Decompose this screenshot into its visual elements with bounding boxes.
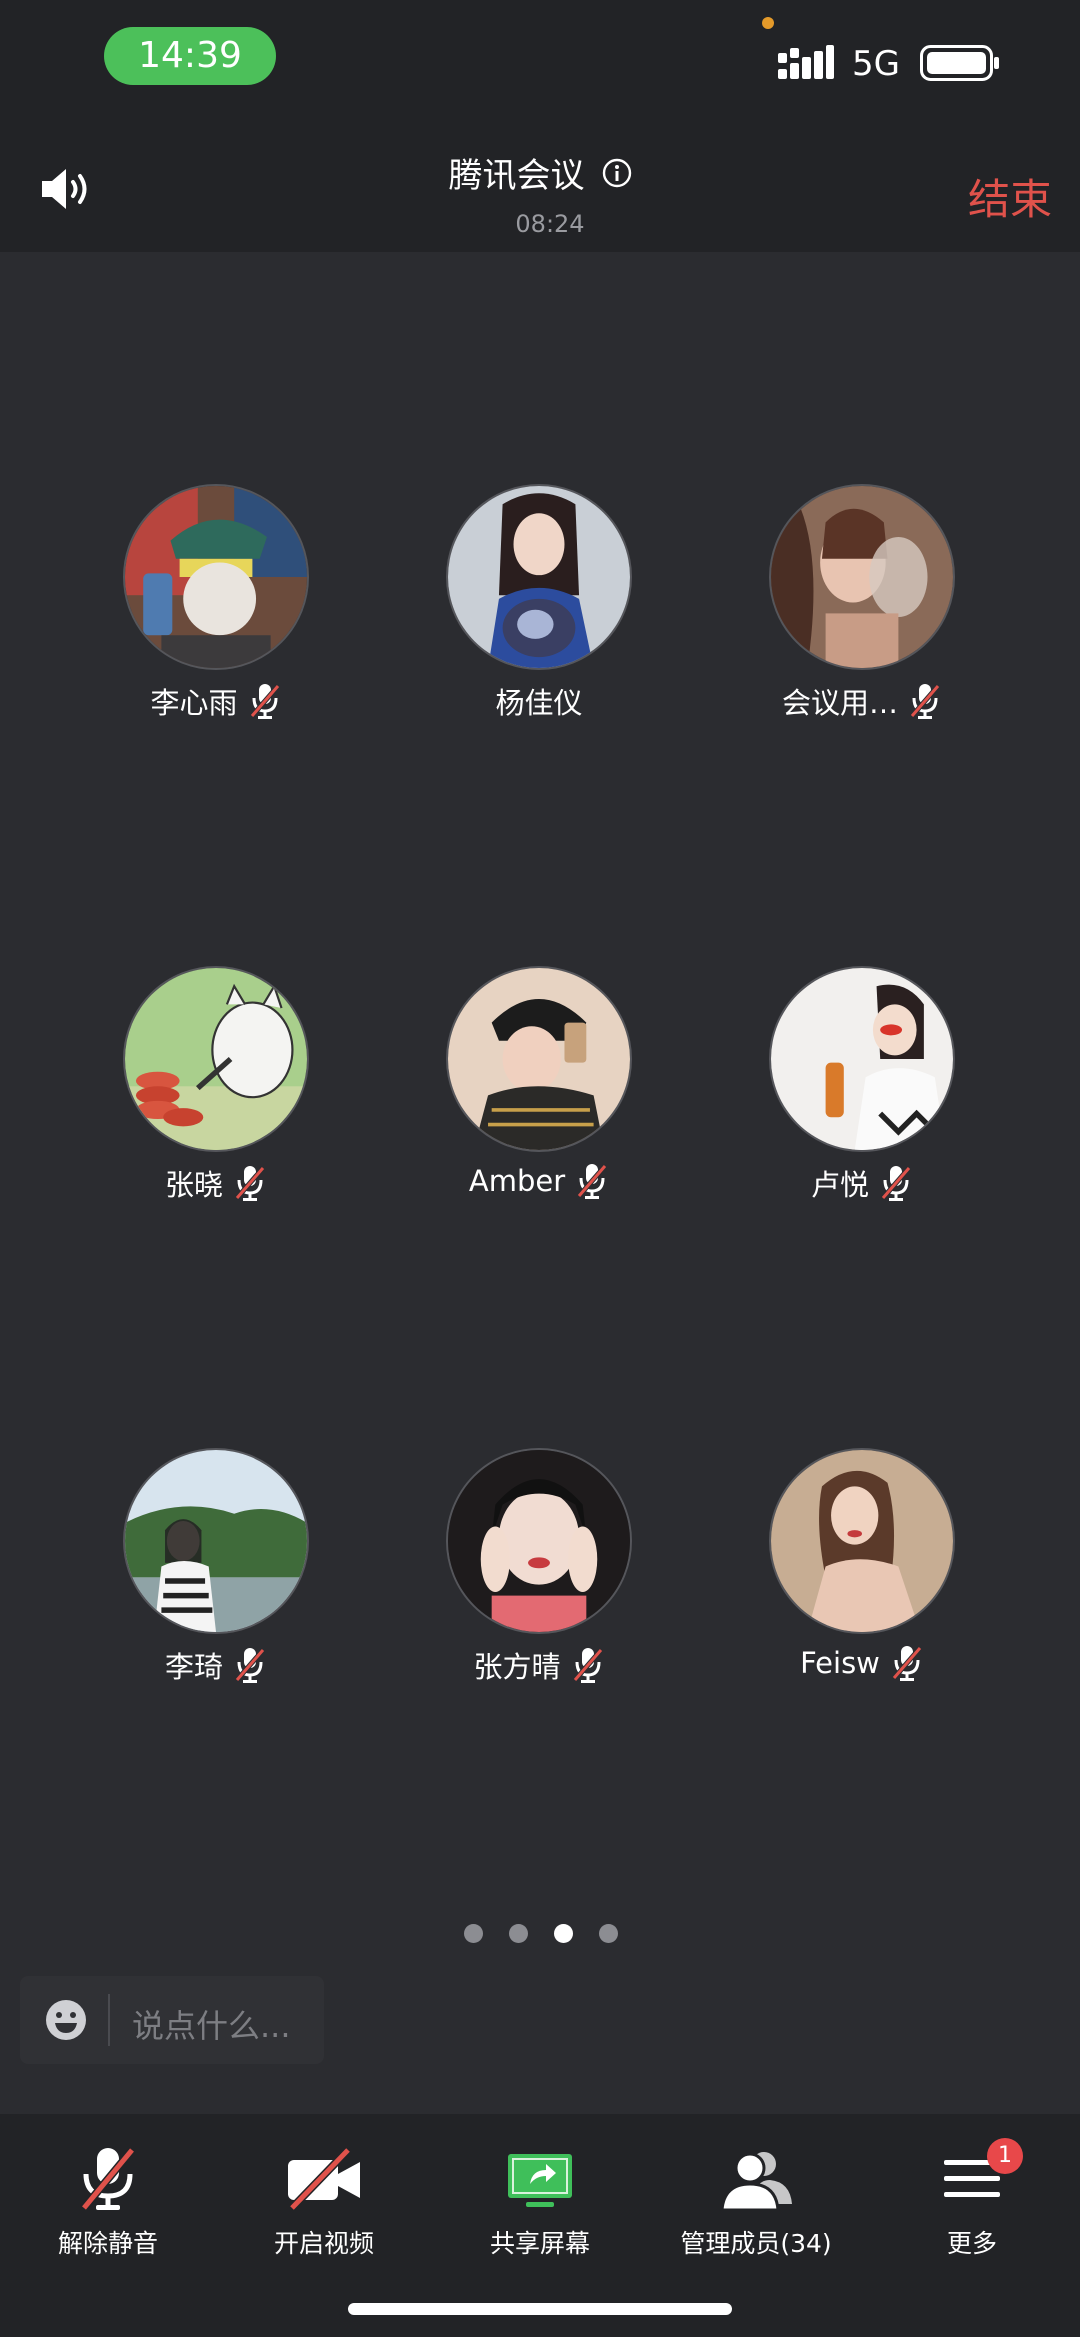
unmute-button[interactable]: 解除静音 bbox=[0, 2144, 216, 2274]
share-screen-label: 共享屏幕 bbox=[489, 2229, 590, 2258]
chat-input[interactable]: 说点什么... bbox=[20, 1976, 324, 2064]
mic-muted-icon bbox=[249, 684, 280, 719]
participant-name: 张方晴 bbox=[473, 1650, 561, 1684]
home-indicator[interactable] bbox=[348, 2303, 732, 2315]
members-icon bbox=[720, 2152, 792, 2212]
share-screen-button[interactable]: 共享屏幕 bbox=[432, 2144, 648, 2274]
emoji-icon[interactable] bbox=[44, 1998, 88, 2042]
network-label: 5G bbox=[852, 44, 900, 84]
participant-name: 李琦 bbox=[164, 1650, 223, 1684]
end-meeting-button[interactable]: 结束 bbox=[968, 166, 1052, 227]
participant-tile[interactable]: 李心雨 bbox=[43, 484, 343, 724]
participant-name-row: 张晓 bbox=[43, 1162, 389, 1204]
unmute-label: 解除静音 bbox=[57, 2229, 158, 2258]
mic-off-icon bbox=[80, 2147, 136, 2211]
participant-avatar bbox=[446, 484, 632, 670]
participant-tile[interactable]: 李琦 bbox=[43, 1448, 343, 1688]
participant-tile[interactable]: Amber bbox=[366, 966, 666, 1206]
participant-name: 张晓 bbox=[164, 1168, 223, 1202]
more-label: 更多 bbox=[946, 2229, 997, 2258]
battery-icon bbox=[920, 45, 999, 81]
participant-tile[interactable]: 会议用… bbox=[689, 484, 989, 724]
meeting-header: 腾讯会议 08:24 结束 bbox=[0, 120, 1080, 252]
participant-name: 李心雨 bbox=[150, 686, 238, 720]
participant-avatar bbox=[123, 966, 309, 1152]
status-time[interactable]: 14:39 bbox=[104, 27, 276, 85]
signal-icon bbox=[778, 45, 834, 79]
participant-name-row: Feisw bbox=[689, 1644, 1035, 1682]
participant-name: Feisw bbox=[800, 1646, 880, 1680]
participant-avatar bbox=[446, 1448, 632, 1634]
page-dot[interactable] bbox=[509, 1924, 528, 1943]
participant-name-row: 李心雨 bbox=[43, 680, 389, 722]
mic-muted-icon bbox=[235, 1648, 265, 1683]
page-indicator[interactable] bbox=[464, 1924, 644, 1944]
mic-muted-icon bbox=[892, 1646, 922, 1681]
participant-name-row: 会议用… bbox=[689, 680, 1035, 722]
start-video-button[interactable]: 开启视频 bbox=[216, 2144, 432, 2274]
status-bar: 14:39 5G bbox=[0, 0, 1080, 120]
page-dot-active[interactable] bbox=[554, 1924, 573, 1943]
participant-tile[interactable]: 张晓 bbox=[43, 966, 343, 1206]
participant-avatar bbox=[446, 966, 632, 1152]
participant-avatar bbox=[769, 1448, 955, 1634]
participant-name: 会议用… bbox=[781, 686, 898, 720]
chat-divider bbox=[108, 1994, 110, 2046]
participant-tile[interactable]: 卢悦 bbox=[689, 966, 989, 1206]
manage-members-label: 管理成员(34) bbox=[680, 2229, 832, 2258]
participant-name-row: 杨佳仪 bbox=[366, 680, 712, 722]
start-video-label: 开启视频 bbox=[273, 2229, 374, 2258]
participant-name: 杨佳仪 bbox=[495, 686, 583, 720]
page-dot[interactable] bbox=[464, 1924, 483, 1943]
manage-members-button[interactable]: 管理成员(34) bbox=[648, 2144, 864, 2274]
video-off-icon bbox=[288, 2147, 360, 2211]
participant-avatar bbox=[769, 484, 955, 670]
mic-muted-icon bbox=[235, 1166, 265, 1201]
mic-muted-icon bbox=[910, 684, 940, 719]
participant-name-row: 张方晴 bbox=[366, 1644, 712, 1686]
meeting-title: 腾讯会议 bbox=[448, 156, 585, 196]
participant-name: 卢悦 bbox=[810, 1168, 869, 1202]
info-icon[interactable] bbox=[602, 158, 632, 188]
meeting-timer: 08:24 bbox=[515, 210, 585, 238]
participant-name-row: Amber bbox=[366, 1162, 712, 1200]
meeting-title-row[interactable]: 腾讯会议 bbox=[0, 148, 1080, 197]
notification-badge: 1 bbox=[987, 2138, 1023, 2174]
participant-avatar bbox=[123, 484, 309, 670]
participant-tile[interactable]: Feisw bbox=[689, 1448, 989, 1688]
participant-tile[interactable]: 张方晴 bbox=[366, 1448, 666, 1688]
more-button[interactable]: 1 更多 bbox=[864, 2138, 1080, 2274]
participant-name-row: 李琦 bbox=[43, 1644, 389, 1686]
participant-avatar bbox=[123, 1448, 309, 1634]
mic-muted-icon bbox=[577, 1164, 608, 1199]
participant-avatar bbox=[769, 966, 955, 1152]
privacy-indicator-dot bbox=[762, 17, 774, 29]
participant-name-row: 卢悦 bbox=[689, 1162, 1035, 1204]
share-screen-icon bbox=[508, 2154, 572, 2207]
mic-muted-icon bbox=[881, 1166, 911, 1201]
chat-placeholder: 说点什么... bbox=[132, 2007, 291, 2045]
page-dot[interactable] bbox=[599, 1924, 618, 1943]
participant-tile[interactable]: 杨佳仪 bbox=[366, 484, 666, 724]
mic-muted-icon bbox=[572, 1648, 603, 1683]
participant-name: Amber bbox=[468, 1164, 566, 1198]
